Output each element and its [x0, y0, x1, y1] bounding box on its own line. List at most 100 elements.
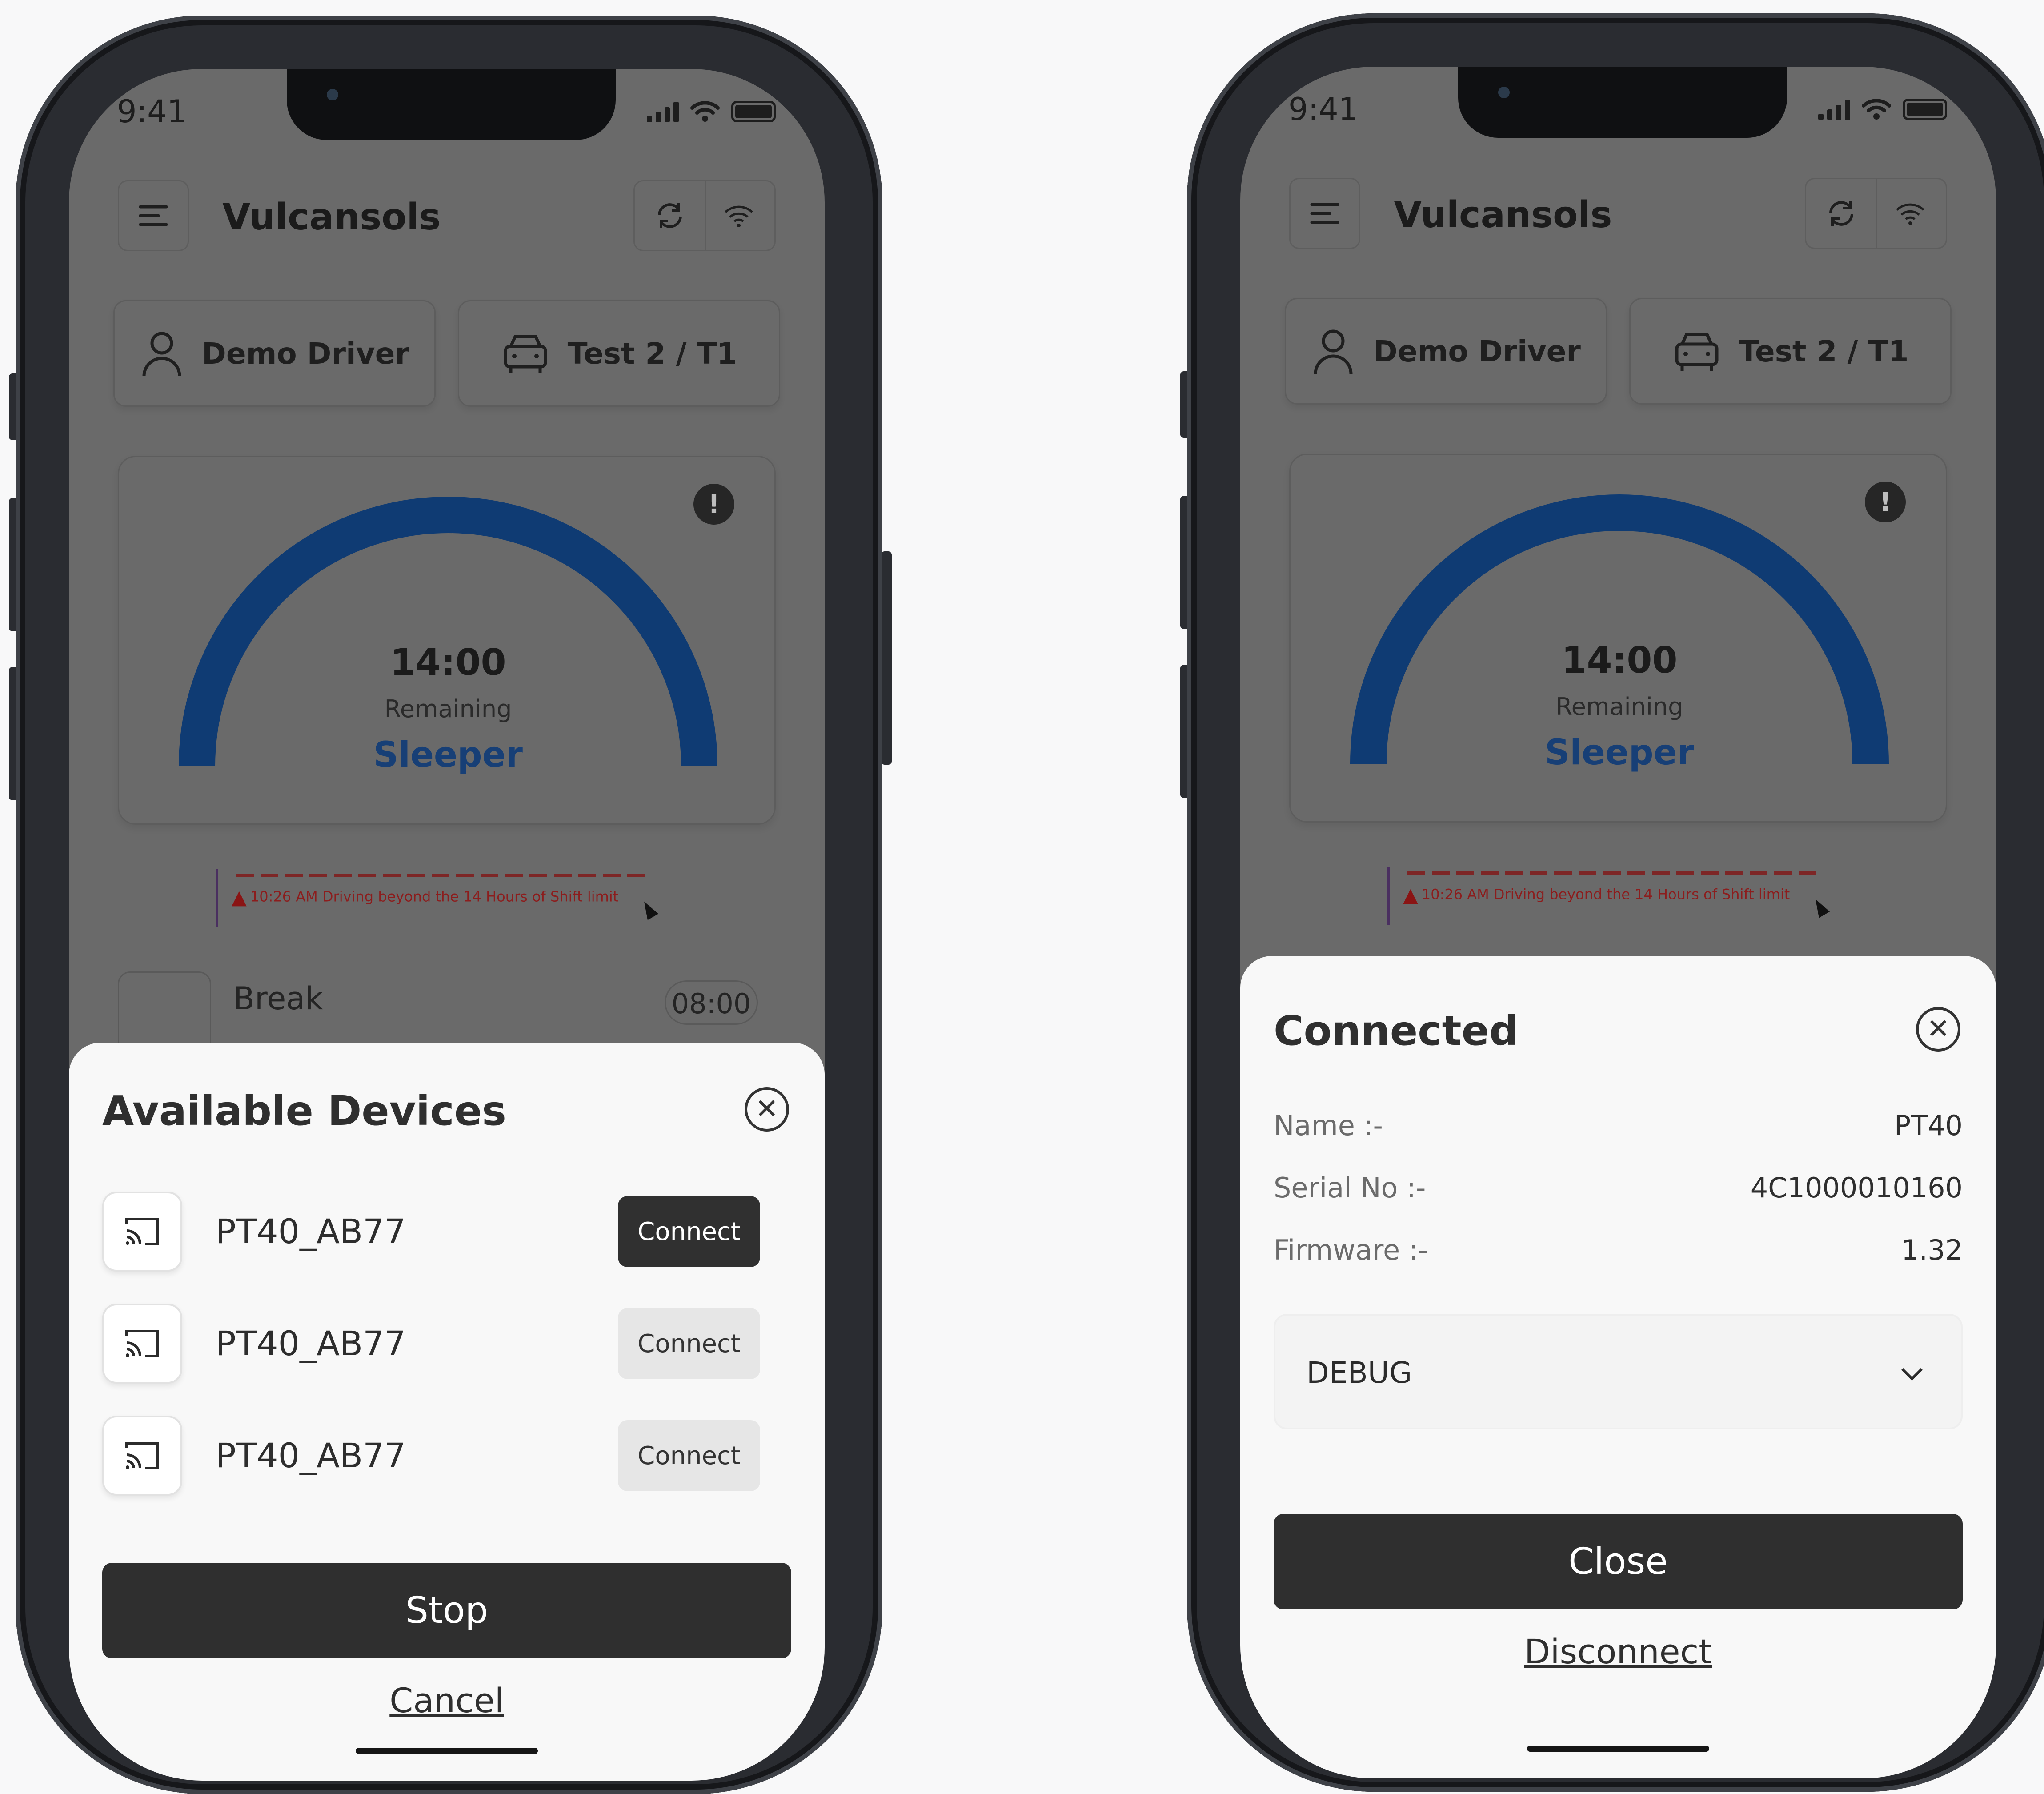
gauge-label: Remaining — [384, 695, 512, 723]
user-icon — [142, 332, 181, 377]
driver-name: Demo Driver — [202, 336, 409, 371]
gauge-status: Sleeper — [1545, 733, 1694, 773]
vehicle-name: Test 2 / T1 — [1739, 334, 1909, 369]
available-devices-sheet: Available Devices ✕ PT40_AB77 Connect PT… — [69, 1043, 825, 1781]
battery-icon — [731, 101, 776, 122]
disconnect-link[interactable]: Disconnect — [1240, 1632, 1996, 1671]
alert-text: 10:26 AM Driving beyond the 14 Hours of … — [250, 888, 619, 905]
battery-icon — [1903, 99, 1947, 120]
device-icon-box — [102, 1304, 182, 1384]
status-time: 9:41 — [1288, 91, 1359, 128]
driver-vehicle-row: Demo Driver Test 2 / T1 — [1285, 298, 1952, 405]
device-row[interactable]: PT40_AB77 Connect — [102, 1416, 760, 1500]
gauge-time: 14:00 — [1561, 639, 1678, 682]
car-icon — [1675, 333, 1719, 371]
field-label: Name :- — [1274, 1109, 1383, 1142]
notch — [1458, 67, 1787, 138]
driver-vehicle-row: Demo Driver Test 2 / T1 — [113, 300, 780, 407]
cancel-link[interactable]: Cancel — [69, 1681, 825, 1720]
close-circle-icon[interactable]: ✕ — [745, 1087, 789, 1132]
driver-pill[interactable]: Demo Driver — [113, 300, 436, 407]
alert-divider — [236, 874, 647, 877]
vehicle-pill[interactable]: Test 2 / T1 — [1629, 298, 1952, 405]
top-bar: Vulcansols — [1289, 178, 1947, 249]
connect-button[interactable]: Connect — [618, 1420, 760, 1491]
notch — [287, 69, 616, 140]
connect-button[interactable]: Connect — [618, 1196, 760, 1267]
alert-divider — [1407, 871, 1818, 875]
cast-icon — [125, 1330, 159, 1357]
sheet-title: Available Devices — [102, 1087, 506, 1135]
screen: 9:41 Vulcansols Demo Driver Test 2 / T1 … — [1240, 67, 1996, 1778]
close-button[interactable]: Close — [1274, 1514, 1963, 1609]
firmware-field: Firmware :- 1.32 — [1274, 1234, 1963, 1278]
user-icon — [1314, 329, 1353, 374]
serial-field: Serial No :- 4C1000010160 — [1274, 1172, 1963, 1216]
hours-gauge: 14:00 Remaining Sleeper — [1348, 493, 1891, 773]
wifi-status-icon — [1862, 99, 1891, 120]
refresh-icon — [1829, 201, 1853, 226]
menu-icon — [139, 205, 168, 226]
vehicle-name: Test 2 / T1 — [567, 336, 737, 371]
menu-icon — [1310, 203, 1339, 224]
action-group — [1805, 178, 1947, 249]
cellular-icon — [647, 101, 679, 122]
wifi-button[interactable] — [703, 181, 774, 250]
sheet-title: Connected — [1274, 1007, 1519, 1055]
driver-pill[interactable]: Demo Driver — [1285, 298, 1607, 405]
device-name: PT40_AB77 — [216, 1324, 406, 1363]
connect-button[interactable]: Connect — [618, 1308, 760, 1379]
hours-card: ! 14:00 Remaining Sleeper — [118, 456, 776, 825]
app-name: Vulcansols — [1394, 194, 1612, 236]
gauge-label: Remaining — [1555, 693, 1683, 721]
break-value: 08:00 — [665, 980, 758, 1025]
name-field: Name :- PT40 — [1274, 1109, 1963, 1154]
field-label: Firmware :- — [1274, 1234, 1428, 1266]
field-value: PT40 — [1894, 1109, 1963, 1142]
gauge-status: Sleeper — [373, 735, 523, 775]
menu-button[interactable] — [1289, 178, 1360, 249]
log-level-select[interactable]: DEBUG — [1274, 1314, 1963, 1429]
screen: 9:41 Vulcansols Demo Driver Test 2 / T1 … — [69, 69, 825, 1781]
break-label: Break — [233, 980, 323, 1017]
hours-gauge: 14:00 Remaining Sleeper — [177, 495, 719, 775]
warning-icon: ▲ — [1403, 884, 1418, 907]
device-icon-box — [102, 1192, 182, 1272]
violation-alert: ▲ 10:26 AM Driving beyond the 14 Hours of… — [1387, 867, 1832, 925]
chevron-down-icon — [1901, 1368, 1923, 1381]
cellular-icon — [1818, 99, 1850, 120]
field-value: 4C1000010160 — [1750, 1172, 1963, 1204]
device-row[interactable]: PT40_AB77 Connect — [102, 1304, 760, 1388]
status-time: 9:41 — [117, 93, 187, 130]
action-group — [633, 180, 776, 251]
phone-connected: 9:41 Vulcansols Demo Driver Test 2 / T1 … — [1187, 13, 2044, 1792]
device-row[interactable]: PT40_AB77 Connect — [102, 1192, 760, 1276]
device-name: PT40_AB77 — [216, 1436, 406, 1475]
violation-alert: ▲ 10:26 AM Driving beyond the 14 Hours of… — [216, 869, 660, 927]
device-name: PT40_AB77 — [216, 1212, 406, 1251]
menu-button[interactable] — [118, 180, 189, 251]
wifi-icon — [725, 205, 753, 227]
connected-sheet: Connected ✕ Name :- PT40 Serial No :- 4C… — [1240, 956, 1996, 1778]
phone-available-devices: 9:41 Vulcansols Demo Driver Test 2 / T1 … — [16, 16, 882, 1794]
alert-text: 10:26 AM Driving beyond the 14 Hours of … — [1421, 886, 1790, 903]
refresh-button[interactable] — [1806, 179, 1877, 248]
app-name: Vulcansols — [222, 196, 441, 238]
cast-icon — [125, 1218, 159, 1245]
home-indicator — [356, 1748, 538, 1754]
gauge-arc — [179, 497, 717, 767]
close-circle-icon[interactable]: ✕ — [1916, 1007, 1960, 1052]
stop-button[interactable]: Stop — [102, 1563, 791, 1658]
cast-icon — [125, 1442, 159, 1469]
field-value: 1.32 — [1901, 1234, 1963, 1266]
log-level-value: DEBUG — [1307, 1356, 1412, 1390]
wifi-button[interactable] — [1875, 179, 1946, 248]
home-indicator — [1527, 1746, 1709, 1752]
refresh-button[interactable] — [635, 181, 706, 250]
top-bar: Vulcansols — [118, 180, 776, 251]
hours-card: ! 14:00 Remaining Sleeper — [1289, 454, 1947, 823]
warning-icon: ▲ — [232, 886, 247, 909]
status-icons — [1818, 93, 1947, 120]
vehicle-pill[interactable]: Test 2 / T1 — [458, 300, 780, 407]
driver-name: Demo Driver — [1373, 334, 1581, 369]
